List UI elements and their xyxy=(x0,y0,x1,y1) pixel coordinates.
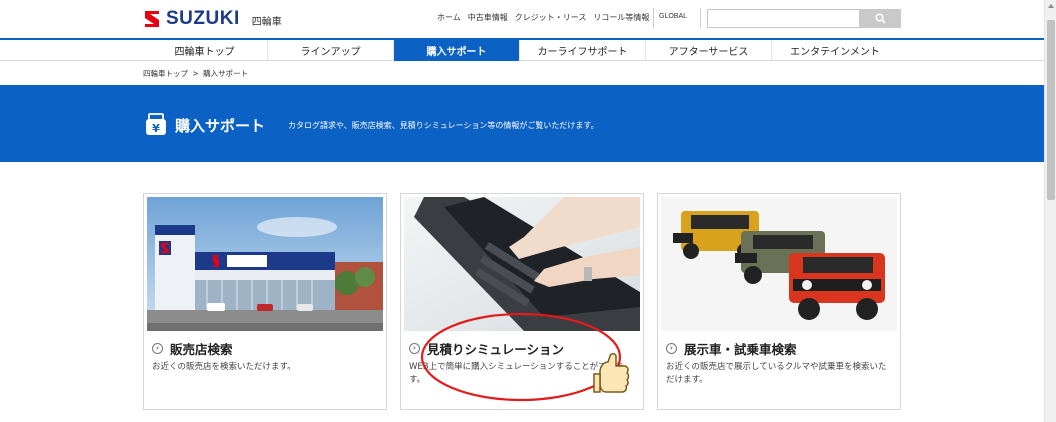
search-button[interactable] xyxy=(860,9,901,28)
card-title[interactable]: › 販売店検索 xyxy=(152,339,233,358)
card-title-text: 販売店検索 xyxy=(170,342,233,357)
dealership-building-photo xyxy=(147,197,383,331)
thumbs-up-icon xyxy=(593,353,630,393)
suzuki-logo[interactable]: SUZUKI 四輪車 xyxy=(142,8,282,30)
global-nav: 四輪車トップ ラインアップ 購入サポート カーライフサポート アフターサービス … xyxy=(0,38,1044,61)
chevron-right-icon: › xyxy=(152,343,163,354)
card-title-text: 展示車・試乗車検索 xyxy=(684,342,797,357)
utility-link-credit-lease[interactable]: クレジット・リース xyxy=(515,12,587,23)
page-banner: ¥ 購入サポート カタログ請求や、販売店検索、見積りシミュレーション等の情報がご… xyxy=(0,85,1044,162)
utility-nav: ホーム 中古車情報 クレジット・リース リコール等情報 xyxy=(437,12,656,23)
vertical-scrollbar[interactable] xyxy=(1044,0,1056,422)
site-header: SUZUKI 四輪車 ホーム 中古車情報 クレジット・リース リコール等情報 G… xyxy=(0,0,1044,38)
yen-wallet-icon: ¥ xyxy=(146,113,166,135)
page-description: カタログ請求や、販売店検索、見積りシミュレーション等の情報がご覧いただけます。 xyxy=(288,121,599,130)
card-description: お近くの販売店を検索いただけます。 xyxy=(152,362,296,372)
nav-item-entertainment[interactable]: エンタテインメント xyxy=(772,40,898,61)
utility-link-home[interactable]: ホーム xyxy=(437,12,461,23)
divider xyxy=(700,8,701,28)
three-suvs-photo xyxy=(661,197,897,331)
card-title[interactable]: › 展示車・試乗車検索 xyxy=(666,339,797,358)
nav-item-top[interactable]: 四輪車トップ xyxy=(142,40,268,61)
chevron-right-icon: › xyxy=(409,343,420,354)
scrollbar-thumb[interactable] xyxy=(1047,20,1055,200)
nav-item-purchase-support[interactable]: 購入サポート xyxy=(394,40,520,61)
svg-text:¥: ¥ xyxy=(152,122,160,135)
logo-text: SUZUKI xyxy=(166,8,240,29)
nav-item-lineup[interactable]: ラインアップ xyxy=(268,40,394,61)
breadcrumb: 四輪車トップ > 購入サポート xyxy=(143,68,250,79)
chevron-right-icon: › xyxy=(666,343,677,354)
suzuki-s-mark-icon xyxy=(145,11,159,27)
card-description: お近くの販売店で展示しているクルマや試乗車を検索いただけます。 xyxy=(666,362,887,385)
utility-link-recall[interactable]: リコール等情報 xyxy=(593,12,649,23)
global-link[interactable]: GLOBAL xyxy=(659,13,687,20)
card-dealer-search[interactable]: › 販売店検索 お近くの販売店を検索いただけます。 xyxy=(143,193,387,410)
logo-subtitle: 四輪車 xyxy=(251,16,282,28)
nav-item-after-service[interactable]: アフターサービス xyxy=(646,40,772,61)
page-title: 購入サポート xyxy=(175,117,266,135)
breadcrumb-separator: > xyxy=(192,69,199,78)
divider xyxy=(653,8,654,28)
breadcrumb-current: 購入サポート xyxy=(203,69,249,78)
nav-item-carlife-support[interactable]: カーライフサポート xyxy=(520,40,646,61)
scroll-up-arrow-icon[interactable] xyxy=(1048,4,1054,8)
search-input[interactable] xyxy=(707,9,860,28)
card-showroom-testdrive-search[interactable]: › 展示車・試乗車検索 お近くの販売店で展示しているクルマや試乗車を検索いただけ… xyxy=(657,193,901,410)
utility-link-used-cars[interactable]: 中古車情報 xyxy=(468,12,508,23)
breadcrumb-link-top[interactable]: 四輪車トップ xyxy=(143,69,188,78)
search-icon xyxy=(875,13,886,24)
